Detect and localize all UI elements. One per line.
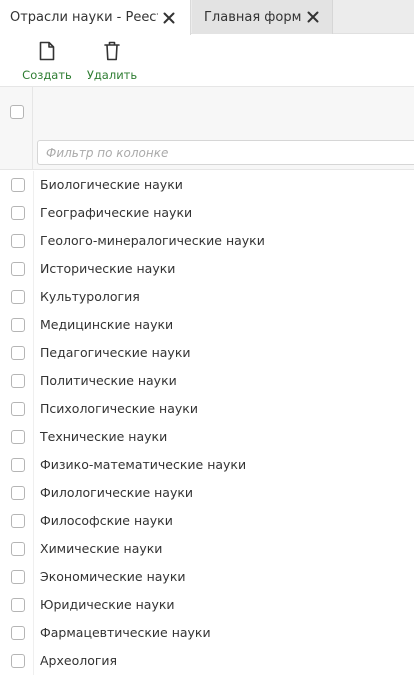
table-row[interactable]: Политические науки [0,367,414,395]
tab-label: Отрасли науки - Реестр [10,10,158,25]
table-row[interactable]: Географические науки [0,199,414,227]
create-label: Создать [22,68,72,82]
table-row[interactable]: Медицинские науки [0,311,414,339]
table-row[interactable]: Экономические науки [0,563,414,591]
table-row[interactable]: Археология [0,647,414,675]
table-row[interactable]: Фармацевтические науки [0,619,414,647]
row-checkbox[interactable] [11,346,25,360]
table-row[interactable]: Химические науки [0,535,414,563]
row-name-cell: Фармацевтические науки [40,625,211,640]
table-row[interactable]: Философские науки [0,507,414,535]
table-row[interactable]: Физико-математические науки [0,451,414,479]
new-document-icon [37,40,57,62]
tab-main-form[interactable]: Главная форма [192,0,333,34]
row-checkbox[interactable] [11,514,25,528]
tab-registry[interactable]: Отрасли науки - Реестр [0,0,191,35]
create-button[interactable]: Создать [22,40,72,82]
delete-button[interactable]: Удалить [86,40,138,82]
row-checkbox[interactable] [11,290,25,304]
row-checkbox[interactable] [11,402,25,416]
row-divider [33,199,34,227]
table-row[interactable]: Технические науки [0,423,414,451]
tab-label: Главная форма [204,9,302,25]
row-name-cell: Юридические науки [40,597,175,612]
row-divider [33,647,34,675]
row-divider [33,535,34,563]
row-divider [33,591,34,619]
row-divider [33,563,34,591]
row-checkbox[interactable] [11,486,25,500]
row-checkbox[interactable] [11,234,25,248]
table-row[interactable]: Педагогические науки [0,339,414,367]
table-row[interactable]: Геолого-минералогические науки [0,227,414,255]
data-grid: Биологические науки Географические науки Г… [0,86,414,677]
row-checkbox[interactable] [11,374,25,388]
header-checkbox-cell [0,87,33,170]
row-divider [33,339,34,367]
table-row[interactable]: Юридические науки [0,591,414,619]
row-name-cell: Филологические науки [40,485,194,500]
row-divider [33,367,34,395]
row-divider [33,311,34,339]
tab-bar: Отрасли науки - Реестр Главная форма [0,0,414,35]
toolbar: Создать Удалить [0,35,414,85]
row-divider [33,255,34,283]
select-all-checkbox[interactable] [10,105,24,119]
row-divider [33,451,34,479]
row-name-cell: Политические науки [40,373,177,388]
close-icon[interactable] [160,9,178,27]
table-row[interactable]: Культурология [0,283,414,311]
row-divider [33,423,34,451]
row-name-cell: Физико-математические науки [40,457,247,472]
row-checkbox[interactable] [11,430,25,444]
table-row[interactable]: Исторические науки [0,255,414,283]
row-name-cell: Философские науки [40,513,173,528]
close-icon[interactable] [304,8,322,26]
table-row[interactable]: Биологические науки [0,171,414,199]
table-row[interactable]: Психологические науки [0,395,414,423]
row-name-cell: Химические науки [40,541,163,556]
grid-header [0,86,414,170]
trash-icon [102,40,122,62]
row-checkbox[interactable] [11,654,25,668]
delete-label: Удалить [86,68,138,82]
row-divider [33,227,34,255]
row-name-cell: Технические науки [40,429,168,444]
row-checkbox[interactable] [11,262,25,276]
row-checkbox[interactable] [11,626,25,640]
row-checkbox[interactable] [11,206,25,220]
row-divider [33,479,34,507]
row-checkbox[interactable] [11,458,25,472]
row-checkbox[interactable] [11,542,25,556]
row-name-cell: Географические науки [40,205,193,220]
row-checkbox[interactable] [11,570,25,584]
row-divider [33,619,34,647]
row-name-cell: Геолого-минералогические науки [40,233,265,248]
row-name-cell: Биологические науки [40,177,183,192]
row-name-cell: Культурология [40,289,140,304]
row-checkbox[interactable] [11,318,25,332]
row-name-cell: Экономические науки [40,569,186,584]
row-name-cell: Археология [40,653,118,668]
row-name-cell: Психологические науки [40,401,198,416]
row-divider [33,507,34,535]
row-name-cell: Исторические науки [40,261,176,276]
row-divider [33,395,34,423]
column-filter-input[interactable] [37,140,414,165]
row-divider [33,171,34,199]
row-checkbox[interactable] [11,178,25,192]
row-name-cell: Медицинские науки [40,317,174,332]
row-name-cell: Педагогические науки [40,345,191,360]
row-divider [33,283,34,311]
grid-rows: Биологические науки Географические науки Г… [0,171,414,675]
table-row[interactable]: Филологические науки [0,479,414,507]
row-checkbox[interactable] [11,598,25,612]
